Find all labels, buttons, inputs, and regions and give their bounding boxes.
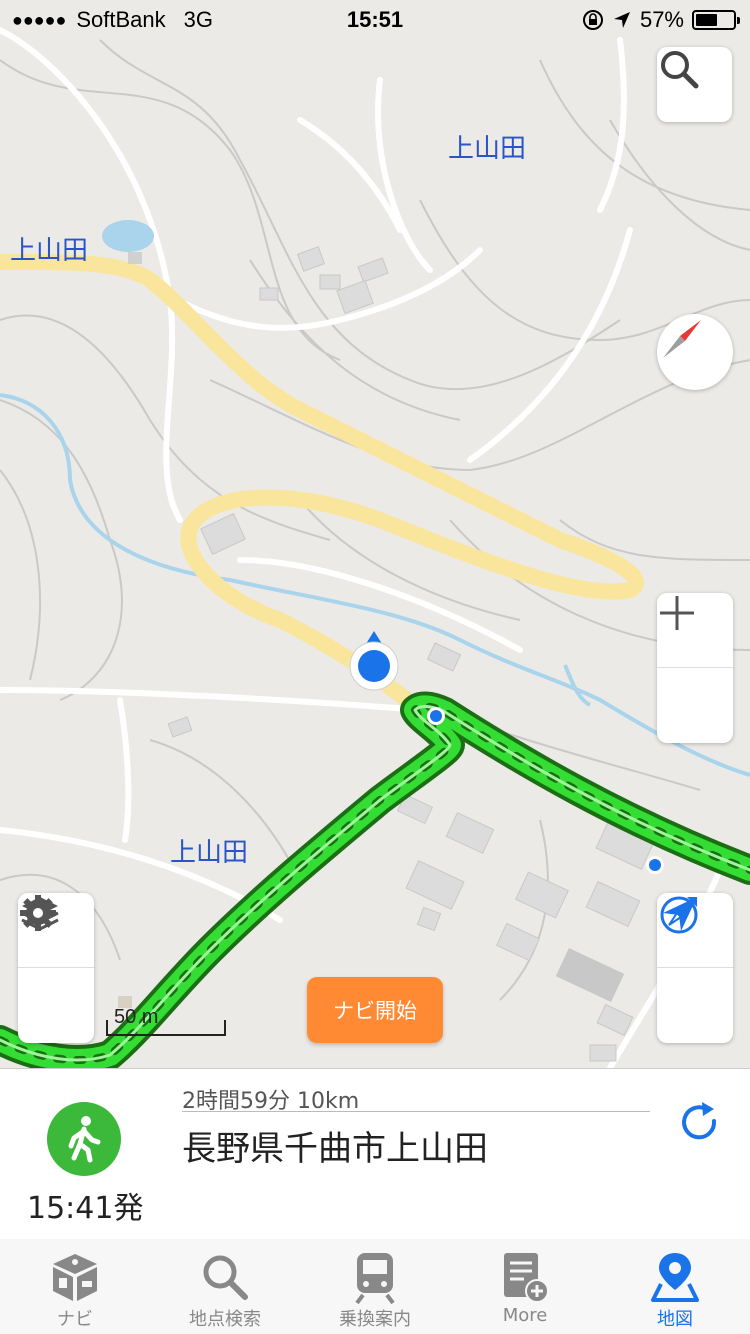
walking-person-icon — [68, 1116, 101, 1163]
map-scale: 50 m — [106, 1006, 226, 1036]
battery-percent: 57% — [639, 7, 684, 32]
search-icon — [203, 1255, 248, 1300]
map-view[interactable]: 上山田 上山田 上山田 50 m ナビ開始 — [0, 0, 750, 1068]
tab-more[interactable]: More — [450, 1239, 600, 1334]
zoom-controls — [657, 593, 733, 743]
tab-transit[interactable]: 乗換案内 — [300, 1239, 450, 1334]
compass-icon — [663, 320, 701, 358]
more-doc-icon — [504, 1253, 549, 1303]
tab-label: 地点検索 — [189, 1309, 261, 1330]
tab-label: 地図 — [657, 1309, 693, 1330]
battery-icon — [692, 10, 740, 30]
signal-strength: ●●●●● — [12, 9, 67, 30]
settings-button[interactable] — [18, 895, 94, 1042]
map-tools — [18, 893, 94, 1043]
walk-mode-badge — [47, 1102, 121, 1176]
tab-label: ナビ — [57, 1309, 93, 1330]
refresh-icon — [682, 1102, 717, 1140]
zoom-out-button[interactable] — [657, 611, 733, 742]
status-bar: ●●●●● SoftBank 3G 15:51 57% — [0, 0, 750, 40]
rotation-lock-icon — [582, 10, 603, 30]
map-search-button[interactable] — [657, 47, 732, 122]
place-label: 上山田 — [170, 838, 249, 868]
scale-label: 50 m — [114, 1006, 159, 1028]
tab-map[interactable]: 地図 — [600, 1239, 750, 1334]
network-type: 3G — [183, 7, 214, 32]
current-location-button[interactable] — [657, 897, 733, 1042]
train-icon — [355, 1253, 395, 1304]
tab-bar: ナビ 地点検索 乗換案内 More 地図 — [0, 1239, 750, 1334]
tab-search[interactable]: 地点検索 — [150, 1239, 300, 1334]
tab-label: More — [502, 1305, 548, 1326]
map-canvas — [0, 0, 750, 1068]
route-info-panel[interactable]: 15:41発 2時間59分 10km 長野県千曲市上山田 — [0, 1068, 750, 1240]
carrier-name: SoftBank — [76, 7, 166, 32]
navi-start-button[interactable]: ナビ開始 — [307, 977, 443, 1043]
tab-label: 乗換案内 — [339, 1309, 411, 1330]
place-label: 上山田 — [448, 134, 527, 164]
location-services-icon — [613, 12, 630, 28]
place-label: 上山田 — [10, 236, 89, 266]
departure-time: 15:41発 — [27, 1191, 144, 1226]
navi-cube-icon — [53, 1254, 97, 1301]
reroute-button[interactable] — [676, 1099, 724, 1151]
destination-name: 長野県千曲市上山田 — [182, 1129, 488, 1169]
tab-navi[interactable]: ナビ — [0, 1239, 150, 1334]
gear-icon — [20, 895, 56, 931]
minus-icon — [660, 611, 694, 615]
map-pin-icon — [651, 1253, 699, 1302]
divider — [182, 1111, 650, 1112]
location-controls — [657, 893, 733, 1043]
compass-button[interactable] — [657, 314, 733, 390]
search-icon — [661, 51, 699, 89]
location-arrow-icon — [663, 897, 697, 931]
